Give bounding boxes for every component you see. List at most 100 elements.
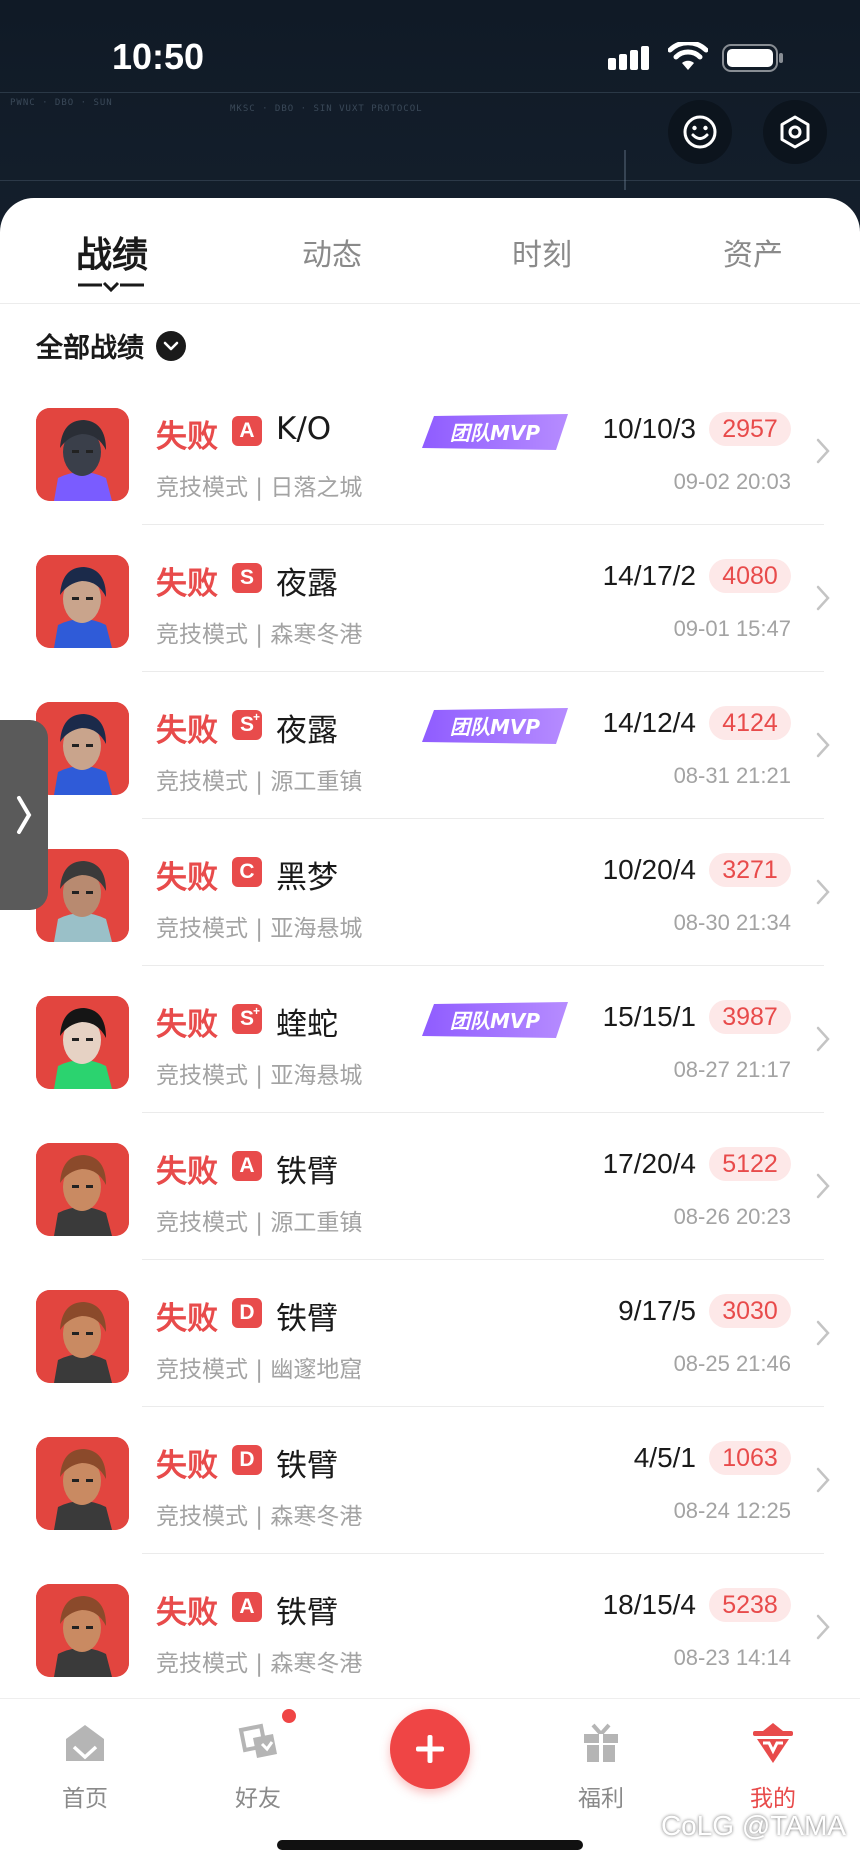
nav-profile[interactable]: 我的 [718,1717,828,1813]
agent-name: 蝰蛇 [276,1007,338,1043]
match-score: 4080 [709,559,791,593]
rank-letter: D [239,1301,255,1324]
filter-label: 全部战绩 [36,333,144,364]
rank-badge: D [232,1298,262,1328]
status-bar: 10:50 [0,0,860,110]
tab-assets[interactable]: 资产 [723,230,783,274]
match-row[interactable]: 失败 A 铁臂 竞技模式 | 森寒冬港 18/15/4 5238 08-23 1… [0,1554,860,1701]
match-row[interactable]: 失败 S + 蝰蛇 竞技模式 | 亚海悬城 团队MVP 15/15/1 3987 … [0,966,860,1113]
match-row[interactable]: 失败 D 铁臂 竞技模式 | 幽邃地窟 9/17/5 3030 08-25 21… [0,1260,860,1407]
match-row[interactable]: 失败 D 铁臂 竞技模式 | 森寒冬港 4/5/1 1063 08-24 12:… [0,1407,860,1554]
match-result: 失败 [156,566,218,602]
rank-letter: S [239,566,254,589]
chevron-right-icon [816,879,830,905]
kda: 14/17/2 [602,560,696,591]
agent-name: 黑梦 [276,860,338,896]
chevron-right-icon [816,1173,830,1199]
record-filter[interactable]: 全部战绩 [36,326,186,365]
match-result: 失败 [156,713,218,749]
rank-letter: A [239,1154,255,1177]
chevron-right-icon [17,796,32,834]
chevron-right-icon [816,1320,830,1346]
rank-letter: S [239,713,254,736]
friends-notification-badge [282,1709,296,1723]
tab-moments[interactable]: 时刻 [512,230,572,274]
rank-badge: A [232,416,262,446]
match-row[interactable]: 失败 C 黑梦 竞技模式 | 亚海悬城 10/20/4 3271 08-30 2… [0,819,860,966]
chevron-right-icon [816,1614,830,1640]
match-row[interactable]: 失败 A K/O 竞技模式 | 日落之城 团队MVP 10/10/3 2957 … [0,378,860,525]
match-date: 09-01 15:47 [673,616,791,641]
emoji-button[interactable] [668,100,732,164]
kda: 15/15/1 [602,1001,696,1032]
status-time: 10:50 [112,36,205,77]
match-score: 3987 [709,1000,791,1034]
rank-badge: A [232,1151,262,1181]
chevron-right-icon [816,1467,830,1493]
match-row[interactable]: 失败 S + 夜露 竞技模式 | 源工重镇 团队MVP 14/12/4 4124 … [0,672,860,819]
match-score: 4124 [709,706,791,740]
match-date: 08-30 21:34 [673,910,791,935]
match-result: 失败 [156,1154,218,1190]
battery-icon [722,44,783,72]
agent-avatar [36,702,129,795]
match-result: 失败 [156,1448,218,1484]
match-date: 08-25 21:46 [673,1351,791,1376]
chevron-right-icon [816,1026,830,1052]
match-mode-map: 竞技模式 | 日落之城 [156,475,363,501]
team-mvp-badge: 团队MVP [422,708,568,744]
agent-avatar [36,1584,129,1677]
match-result: 失败 [156,860,218,896]
match-result: 失败 [156,419,218,455]
agent-name: 铁臂 [276,1448,338,1484]
agent-name: K/O [276,411,332,447]
nav-home-label: 首页 [62,1786,108,1812]
nav-welfare[interactable]: 福利 [546,1717,656,1813]
kda: 17/20/4 [602,1148,696,1179]
team-mvp-badge: 团队MVP [422,414,568,450]
match-date: 08-27 21:17 [673,1057,791,1082]
chevron-down-icon [156,330,186,361]
create-post-button[interactable] [390,1709,470,1789]
settings-hexagon-icon [780,115,810,149]
nav-welfare-label: 福利 [578,1786,624,1812]
chevron-right-icon [816,585,830,611]
rank-badge: S [232,563,262,593]
agent-avatar [36,996,129,1089]
nav-friends[interactable]: 好友 [203,1717,313,1813]
match-score: 5122 [709,1147,791,1181]
plus-icon [416,1735,444,1763]
kda: 18/15/4 [602,1589,696,1620]
match-score: 2957 [709,412,791,446]
agent-avatar [36,1290,129,1383]
tab-feed[interactable]: 动态 [302,230,362,274]
match-mode-map: 竞技模式 | 源工重镇 [156,769,363,795]
rank-plus: + [252,1004,260,1018]
match-mode-map: 竞技模式 | 森寒冬港 [156,1504,363,1530]
tab-active-indicator [78,281,144,293]
nav-home[interactable]: 首页 [30,1717,140,1813]
friends-icon [238,1723,277,1758]
team-mvp-badge: 团队MVP [422,1002,568,1038]
rank-letter: A [239,1595,255,1618]
match-result: 失败 [156,1007,218,1043]
gift-icon [584,1723,618,1762]
match-row[interactable]: 失败 S 夜露 竞技模式 | 森寒冬港 14/17/2 4080 09-01 1… [0,525,860,672]
agent-name: 铁臂 [276,1154,338,1190]
match-date: 08-24 12:25 [673,1498,791,1523]
match-date: 08-26 20:23 [673,1204,791,1229]
match-result: 失败 [156,1301,218,1337]
cellular-signal-icon [608,46,649,70]
side-drawer-handle[interactable] [0,720,48,910]
rank-badge: D [232,1445,262,1475]
agent-avatar [36,1437,129,1530]
match-row[interactable]: 失败 A 铁臂 竞技模式 | 源工重镇 17/20/4 5122 08-26 2… [0,1113,860,1260]
agent-name: 铁臂 [276,1301,338,1337]
settings-button[interactable] [763,100,827,164]
match-score: 3271 [709,853,791,887]
tab-record[interactable]: 战绩 [76,226,148,278]
main-panel: 战绩 动态 时刻 资产 全部战绩 失败 A K/O 竞技模式 | 日落之城 团队… [0,198,860,1701]
kda: 4/5/1 [633,1442,696,1473]
match-list: 失败 A K/O 竞技模式 | 日落之城 团队MVP 10/10/3 2957 … [0,378,860,1701]
match-date: 08-31 21:21 [673,763,791,788]
